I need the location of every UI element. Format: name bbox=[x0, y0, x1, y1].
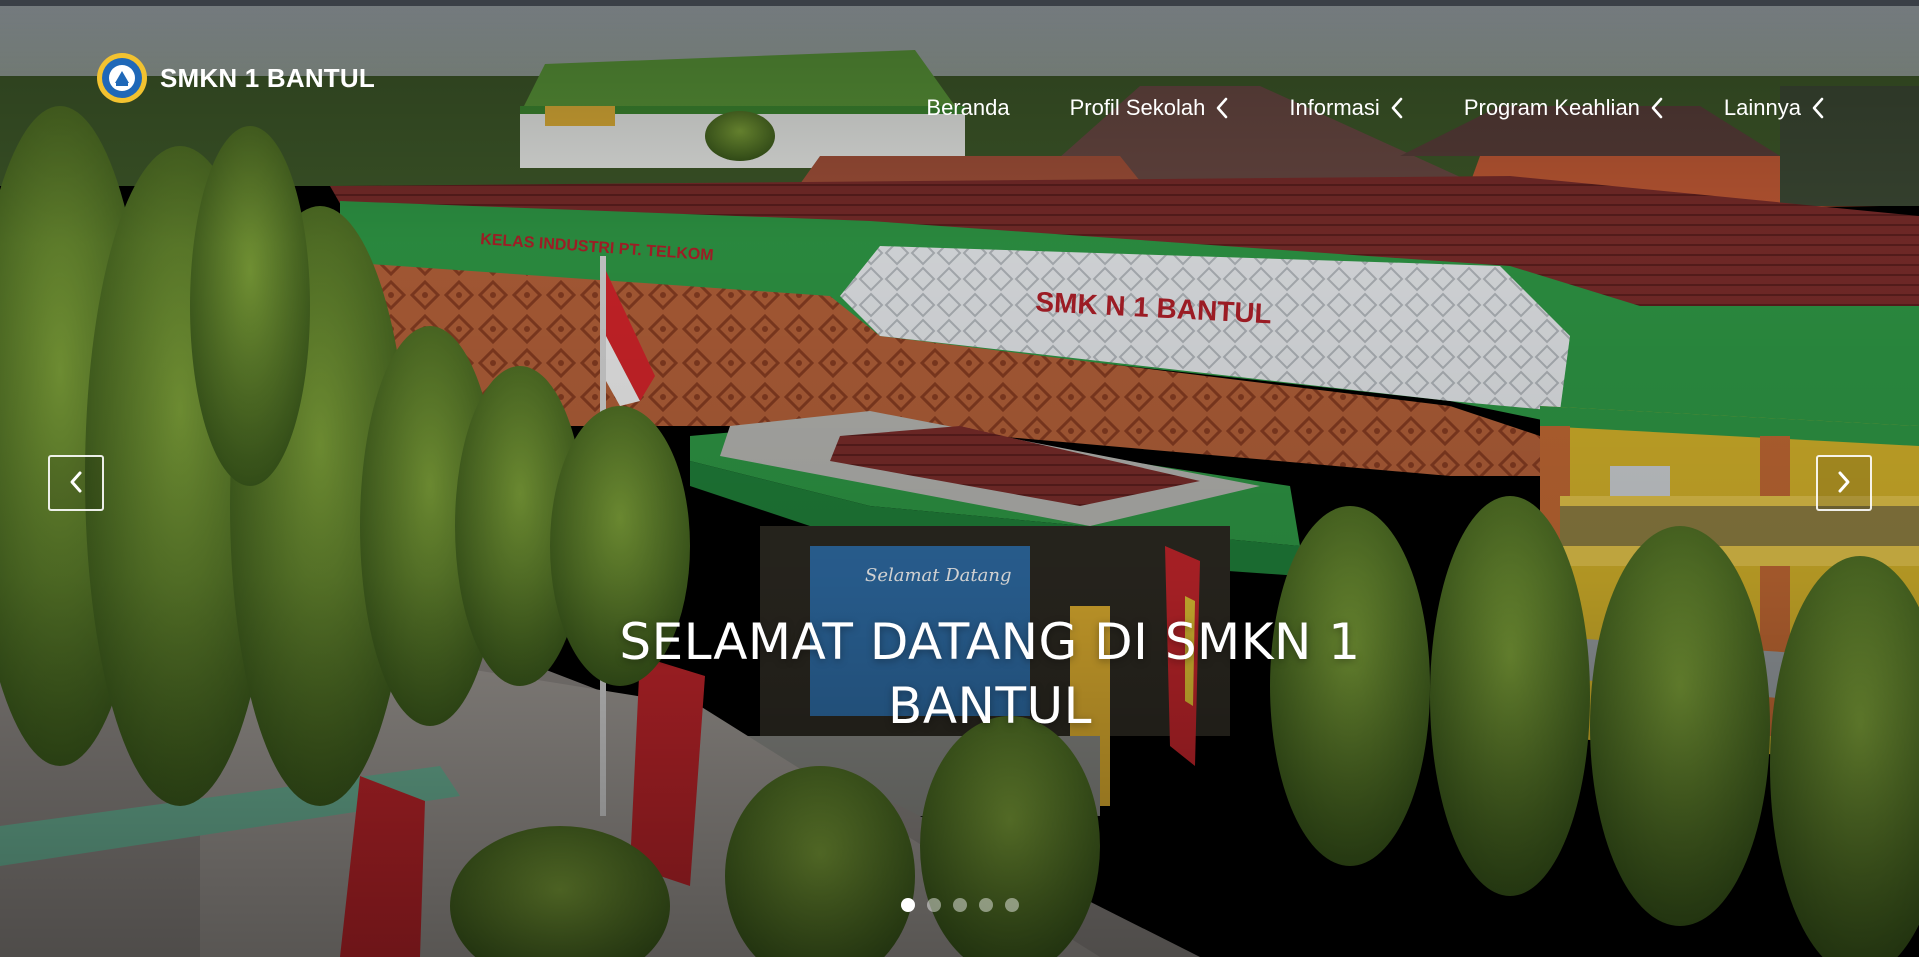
nav-item-label: Informasi bbox=[1289, 95, 1380, 120]
hero-caption: SELAMAT DATANG DI SMKN 1 BANTUL bbox=[619, 613, 1361, 735]
nav-item-label: Lainnya bbox=[1723, 95, 1801, 120]
chevron-left-icon bbox=[1390, 97, 1404, 119]
carousel-prev-button[interactable] bbox=[48, 455, 104, 511]
brand-link[interactable]: SMKN 1 BANTUL bbox=[96, 52, 375, 104]
chevron-left-icon bbox=[67, 470, 85, 497]
carousel-indicator[interactable] bbox=[927, 898, 941, 912]
nav-item-label: Profil Sekolah bbox=[1069, 95, 1206, 120]
chevron-right-icon bbox=[1835, 470, 1853, 497]
site-header: SMKN 1 BANTUL Beranda Profil Sekolah Inf… bbox=[0, 6, 1919, 120]
school-emblem-icon bbox=[96, 52, 148, 104]
chevron-left-icon bbox=[1650, 97, 1664, 119]
chevron-left-icon bbox=[1215, 97, 1229, 119]
nav-item-program-keahlian[interactable]: Program Keahlian bbox=[1404, 95, 1664, 121]
carousel-next-button[interactable] bbox=[1816, 455, 1872, 511]
nav-item-label: Beranda bbox=[926, 95, 1010, 120]
carousel-indicator[interactable] bbox=[901, 898, 915, 912]
carousel-indicator[interactable] bbox=[1005, 898, 1019, 912]
hero-dark-overlay bbox=[0, 6, 1919, 957]
browser-top-strip bbox=[0, 0, 1919, 6]
carousel-indicator[interactable] bbox=[953, 898, 967, 912]
chevron-left-icon bbox=[1811, 97, 1825, 119]
hero-carousel: SMK N 1 BANTUL KELAS INDUSTRI PT. TELKOM… bbox=[0, 6, 1919, 957]
carousel-indicators bbox=[901, 898, 1019, 912]
school-name: SMKN 1 BANTUL bbox=[160, 62, 375, 93]
nav-item-lainnya[interactable]: Lainnya bbox=[1664, 95, 1825, 121]
nav-item-label: Program Keahlian bbox=[1463, 95, 1640, 120]
nav-item-profil-sekolah[interactable]: Profil Sekolah bbox=[1010, 95, 1230, 121]
main-navigation: Beranda Profil Sekolah Informasi Program… bbox=[926, 95, 1825, 121]
nav-item-beranda[interactable]: Beranda bbox=[926, 95, 1009, 121]
carousel-indicator[interactable] bbox=[979, 898, 993, 912]
nav-item-informasi[interactable]: Informasi bbox=[1229, 95, 1403, 121]
